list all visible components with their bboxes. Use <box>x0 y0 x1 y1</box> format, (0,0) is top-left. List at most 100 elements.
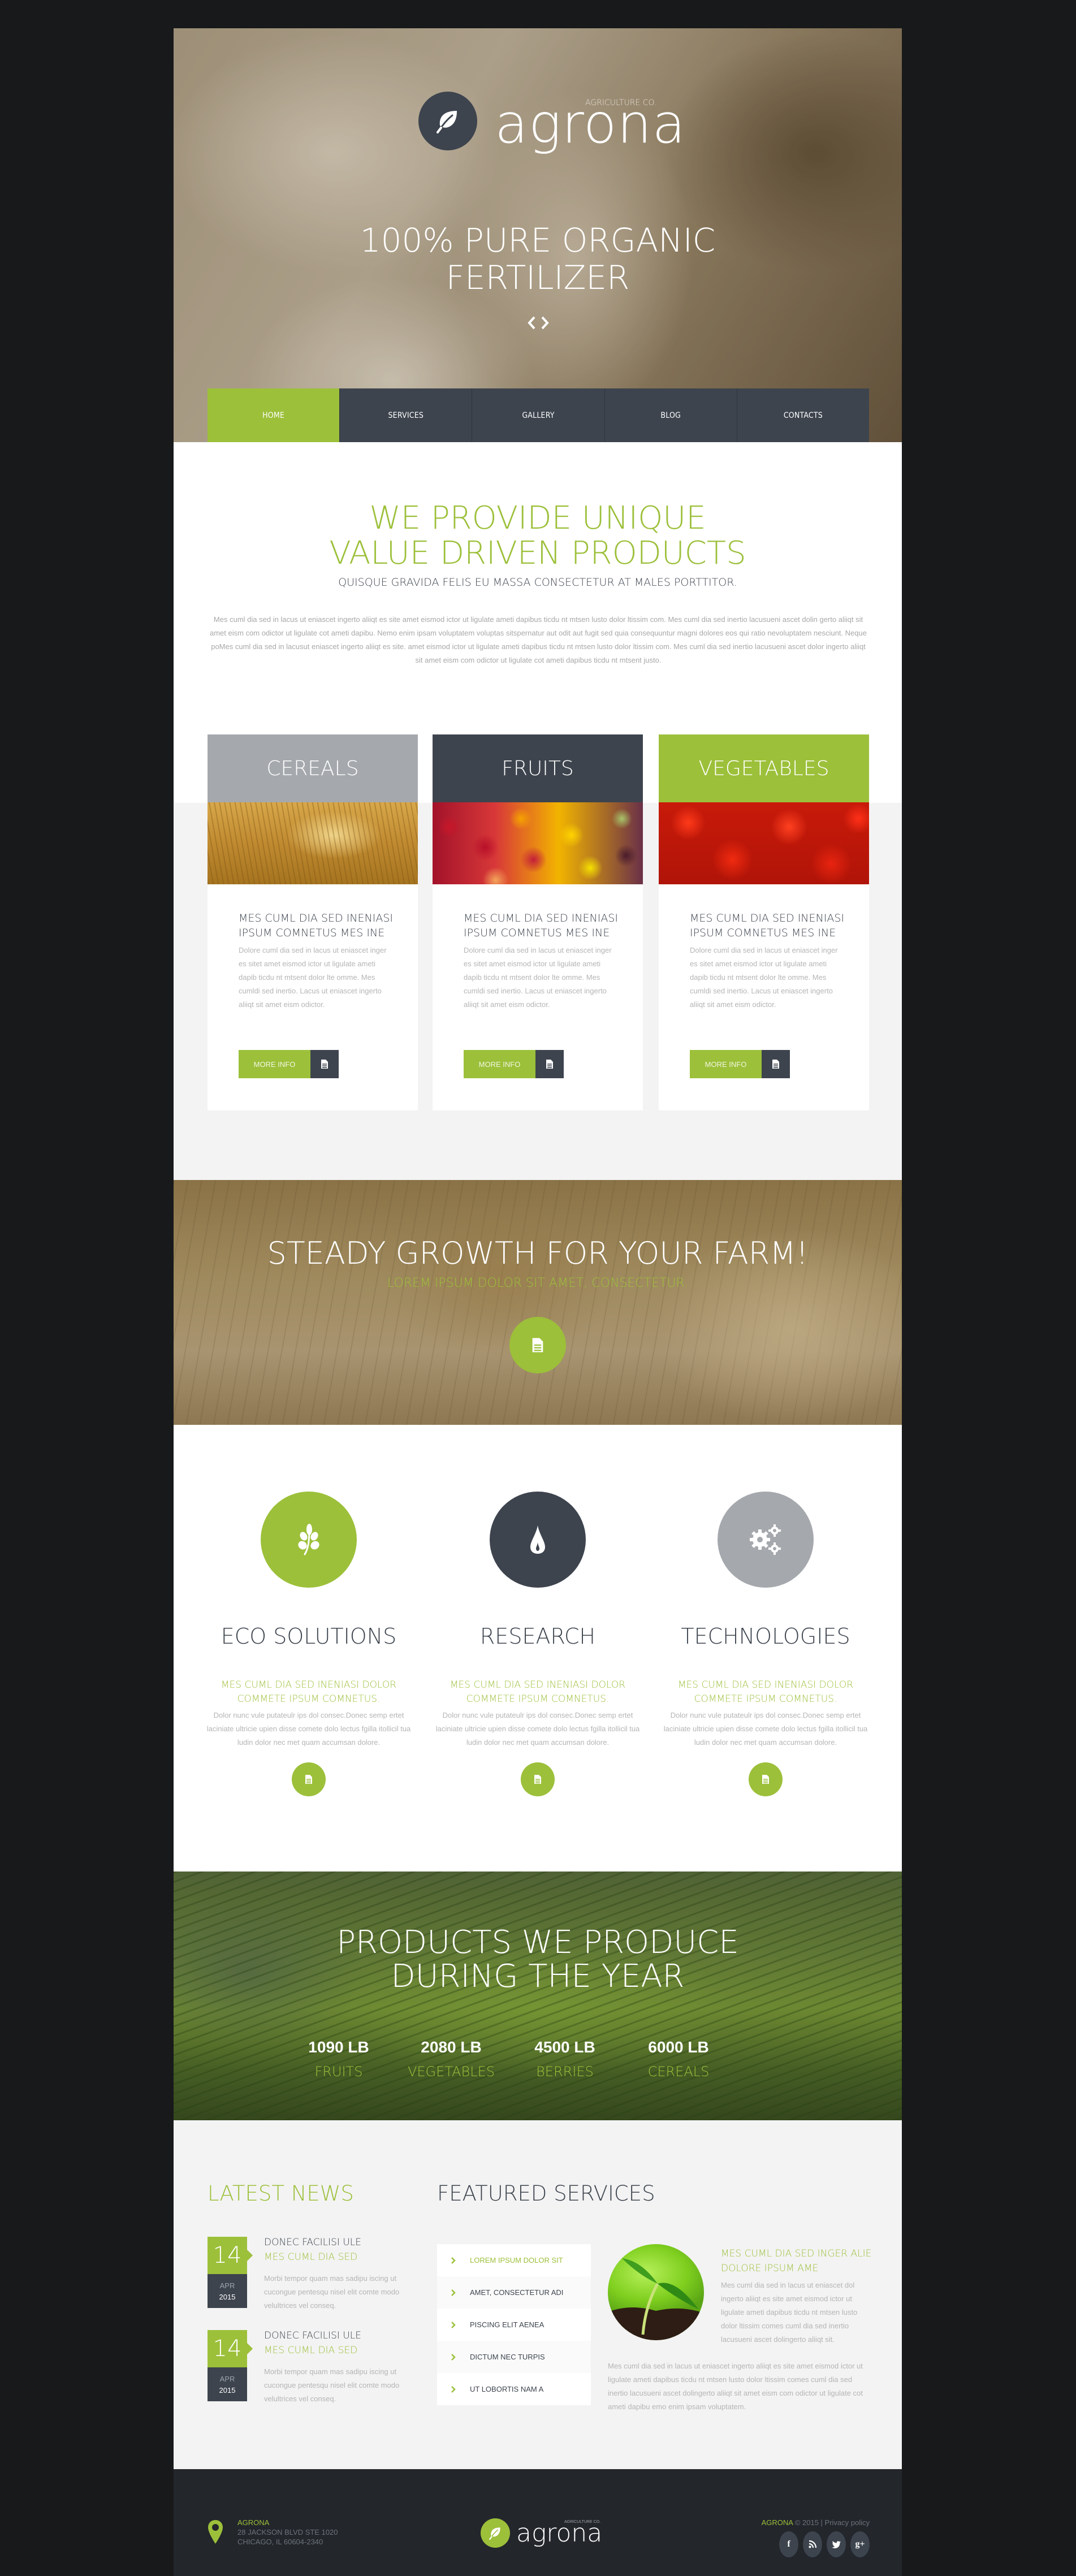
nav-item-contacts[interactable]: CONTACTS <box>736 388 870 442</box>
service-heading: MES CUML DIA SED INGER ALIE DOLORE IPSUM… <box>721 2248 872 2274</box>
growth-subtitle: LOREM IPSUM DOLOR SIT AMET, CONSECTETUR. <box>387 1276 689 1290</box>
intro-text: Mes cuml dia sed in lacus ut eniascet in… <box>210 615 867 664</box>
document-icon[interactable] <box>762 1050 790 1078</box>
footer-address: AGRONA 28 JACKSON BLVD STE 1020 CHICAGO,… <box>237 2518 338 2547</box>
nav-item-services[interactable]: SERVICES <box>339 388 472 442</box>
feature-more-button[interactable] <box>749 1762 783 1796</box>
address-line: 28 JACKSON BLVD STE 1020 <box>237 2528 338 2536</box>
nav-item-home[interactable]: HOME <box>208 388 340 442</box>
news-year: 2015 <box>219 2293 236 2301</box>
service-item[interactable]: LOREM IPSUM DOLOR SIT <box>437 2244 591 2276</box>
service-label: DICTUM NEC TURPIS <box>470 2353 545 2361</box>
news-month-year: APR 2015 <box>208 2274 247 2308</box>
news-month: APR <box>219 2375 235 2383</box>
feature-title: TECHNOLOGIES <box>681 1624 850 1649</box>
seedling-photo <box>608 2244 704 2340</box>
news-year: 2015 <box>219 2386 236 2395</box>
feature-text: Dolor nunc vule putateulr ips dol consec… <box>435 1711 640 1747</box>
feature-icon-badge <box>261 1492 357 1588</box>
more-info-label[interactable]: MORE INFO <box>464 1050 535 1078</box>
chevron-right-icon <box>437 2289 470 2296</box>
google-plus-icon[interactable]: g+ <box>850 2531 870 2557</box>
footer: AGRONA 28 JACKSON BLVD STE 1020 CHICAGO,… <box>174 2469 902 2576</box>
document-icon[interactable] <box>535 1050 564 1078</box>
privacy-policy-link[interactable]: Privacy policy <box>825 2518 870 2527</box>
stat-value: 2080 LB <box>421 2038 482 2056</box>
chevron-right-icon <box>437 2257 470 2264</box>
stat-label: VEGETABLES <box>407 2064 495 2080</box>
stats-title-line: PRODUCTS WE PRODUCE <box>336 1924 739 1961</box>
more-info-button[interactable]: MORE INFO <box>239 1050 339 1078</box>
feature-subtitle: MES CUML DIA SED INENIASI DOLOR COMMETE … <box>221 1679 397 1705</box>
logo-name: agrona <box>495 92 686 155</box>
service-label: LOREM IPSUM DOLOR SIT <box>470 2256 563 2264</box>
copyright-brand: AGRONA <box>761 2518 793 2527</box>
feature-title: ECO SOLUTIONS <box>221 1624 397 1649</box>
logo-badge <box>481 2518 510 2548</box>
chevron-left-icon[interactable] <box>526 315 537 330</box>
card-text: Dolore cuml dia sed in lacus ut eniascet… <box>464 946 612 1009</box>
service-text: Mes cuml dia sed in lacus ut eniascet do… <box>721 2281 858 2344</box>
more-info-label[interactable]: MORE INFO <box>239 1050 310 1078</box>
logo[interactable]: AGRICULTURE CO. agrona <box>416 92 685 155</box>
product-card-fruits: FRUITS MES CUML DIA SED INENIASI IPSUM C… <box>433 734 643 1110</box>
twitter-icon[interactable] <box>827 2531 846 2557</box>
service-item[interactable]: AMET, CONSECTETUR ADI <box>437 2276 591 2309</box>
stat-value: 1090 LB <box>308 2038 369 2056</box>
address-line: CHICAGO, IL 60604-2340 <box>237 2538 323 2546</box>
news-text: Morbi tempor quam mas sadipu iscing ut c… <box>264 2367 400 2403</box>
chevron-right-icon[interactable] <box>540 315 550 330</box>
stat-label: BERRIES <box>536 2064 594 2080</box>
product-card-cereals: CEREALS MES CUML DIA SED INENIASI IPSUM … <box>208 734 418 1110</box>
card-title: MES CUML DIA SED INENIASI IPSUM COMNETUS… <box>690 912 844 939</box>
growth-title: STEADY GROWTH FOR YOUR FARM! <box>267 1235 809 1271</box>
chevron-right-icon <box>437 2353 470 2361</box>
news-title[interactable]: DONEC FACILISI ULE <box>264 2237 361 2248</box>
slider-controls <box>526 315 550 330</box>
news-date-badge: 14 APR 2015 <box>208 2237 253 2308</box>
card-title: MES CUML DIA SED INENIASI IPSUM COMNETUS… <box>464 912 618 939</box>
document-icon[interactable] <box>310 1050 339 1078</box>
feature-text: Dolor nunc vule putateulr ips dol consec… <box>206 1711 411 1747</box>
stats-title: PRODUCTS WE PRODUCE DURING THE YEAR <box>174 1926 902 1994</box>
service-item[interactable]: UT LOBORTIS NAM A <box>437 2373 591 2405</box>
gears-icon <box>750 1524 781 1555</box>
chevron-right-icon <box>437 2321 470 2328</box>
document-icon <box>532 1338 543 1352</box>
news-subtitle: MES CUML DIA SED <box>264 2251 358 2263</box>
intro-title: WE PROVIDE UNIQUE VALUE DRIVEN PRODUCTS <box>174 501 902 571</box>
leaf-icon <box>489 2527 500 2540</box>
feature-eco-solutions: ECO SOLUTIONS MES CUML DIA SED INENIASI … <box>204 1425 413 1872</box>
tomatoes-photo <box>659 802 869 884</box>
service-text: Mes cuml dia sed in lacus ut eniascet in… <box>608 2362 863 2411</box>
feature-more-button[interactable] <box>292 1762 326 1796</box>
more-info-button[interactable]: MORE INFO <box>690 1050 790 1078</box>
nav-item-blog[interactable]: BLOG <box>604 388 737 442</box>
hero-title-line: FERTILIZER <box>446 258 630 297</box>
feature-title: RESEARCH <box>479 1624 596 1649</box>
nav-item-gallery[interactable]: GALLERY <box>472 388 604 442</box>
card-text: Dolore cuml dia sed in lacus ut eniascet… <box>239 946 387 1009</box>
more-info-label[interactable]: MORE INFO <box>690 1050 762 1078</box>
more-info-button[interactable]: MORE INFO <box>464 1050 564 1078</box>
featured-services-title: FEATURED SERVICES <box>437 2181 655 2206</box>
feature-subtitle: MES CUML DIA SED INENIASI DOLOR COMMETE … <box>450 1679 626 1705</box>
service-item[interactable]: PISCING ELIT AENEA <box>437 2309 591 2341</box>
feature-more-button[interactable] <box>521 1762 555 1796</box>
news-month-year: APR 2015 <box>208 2367 247 2401</box>
card-heading: VEGETABLES <box>659 734 869 802</box>
rss-icon[interactable] <box>803 2531 822 2557</box>
features-section: ECO SOLUTIONS MES CUML DIA SED INENIASI … <box>174 1425 902 1872</box>
services-list: LOREM IPSUM DOLOR SIT AMET, CONSECTETUR … <box>437 2244 591 2405</box>
card-text: Dolore cuml dia sed in lacus ut eniascet… <box>690 946 838 1009</box>
document-icon <box>305 1775 312 1784</box>
facebook-icon[interactable]: f <box>779 2531 798 2557</box>
growth-more-button[interactable] <box>509 1317 566 1373</box>
feature-icon-badge <box>718 1492 814 1588</box>
page: AGRICULTURE CO. agrona 100% PURE ORGANIC… <box>174 28 902 2576</box>
service-item[interactable]: DICTUM NEC TURPIS <box>437 2341 591 2373</box>
news-title[interactable]: DONEC FACILISI ULE <box>264 2330 361 2341</box>
document-icon <box>534 1775 541 1784</box>
production-stats-banner: PRODUCTS WE PRODUCE DURING THE YEAR 1090… <box>174 1872 902 2120</box>
footer-logo[interactable]: AGRICULTURE CO. agrona <box>481 2518 616 2552</box>
